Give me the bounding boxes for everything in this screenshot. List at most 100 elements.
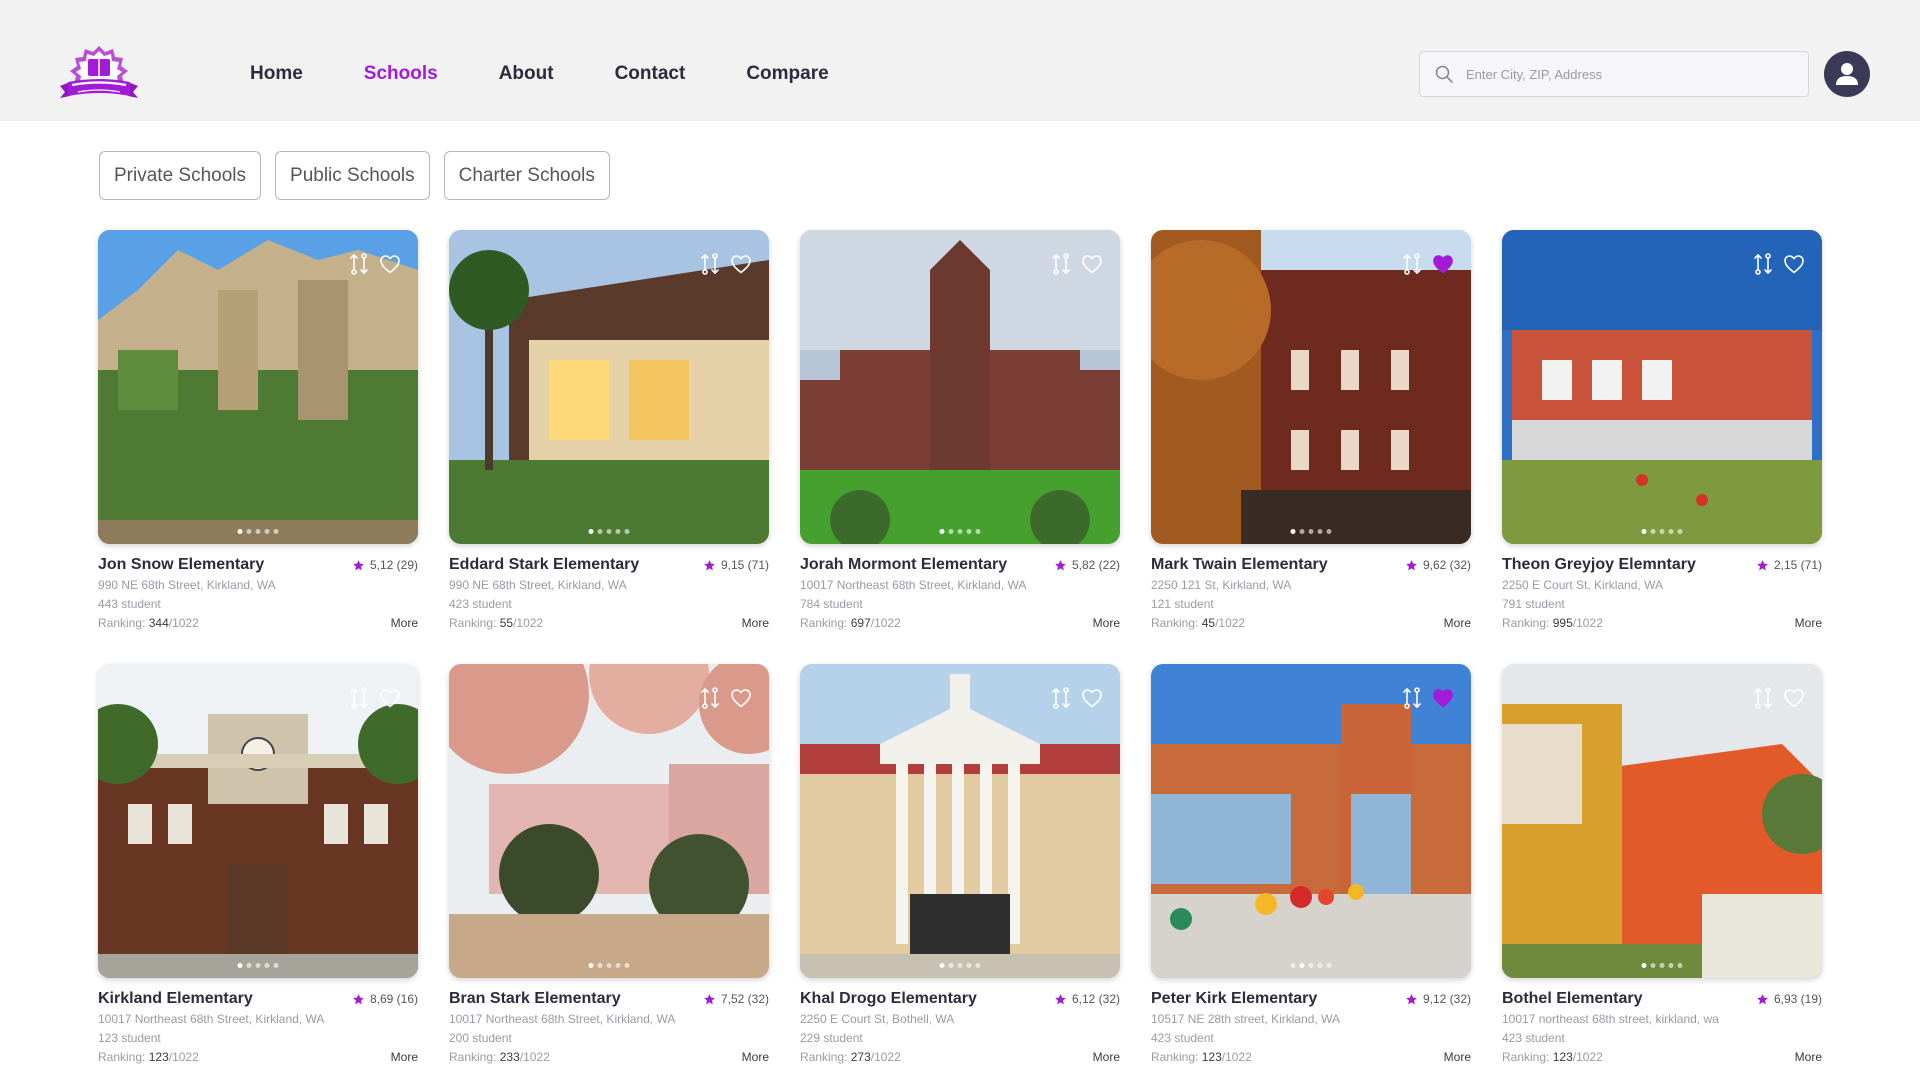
more-link[interactable]: More	[1795, 614, 1822, 633]
carousel-dot[interactable]	[597, 963, 603, 968]
carousel-dot[interactable]	[1308, 529, 1314, 534]
carousel-dot[interactable]	[948, 529, 954, 534]
school-name[interactable]: Bran Stark Elementary	[449, 990, 621, 1008]
filter-charter-schools[interactable]: Charter Schools	[443, 151, 610, 200]
nav-home[interactable]: Home	[250, 60, 303, 88]
school-photo[interactable]	[449, 664, 769, 978]
heart-icon[interactable]	[729, 252, 753, 276]
compare-icon[interactable]	[1751, 252, 1775, 276]
carousel-dot[interactable]	[948, 963, 954, 968]
school-card[interactable]: Khal Drogo Elementary 6,12 (32) 2250 E Cou…	[800, 664, 1120, 1082]
carousel-dot[interactable]	[1677, 963, 1683, 968]
carousel-dot[interactable]	[1641, 963, 1647, 968]
school-card[interactable]: Theon Greyjoy Elemntary 2,15 (71) 2250 E C…	[1502, 230, 1822, 664]
compare-icon[interactable]	[347, 252, 371, 276]
carousel-dot[interactable]	[606, 529, 612, 534]
heart-icon[interactable]	[1080, 686, 1104, 710]
carousel-dot[interactable]	[624, 963, 630, 968]
filter-public-schools[interactable]: Public Schools	[275, 151, 430, 200]
compare-icon[interactable]	[1400, 252, 1424, 276]
more-link[interactable]: More	[1795, 1048, 1822, 1067]
carousel-dot[interactable]	[957, 963, 963, 968]
carousel-dot[interactable]	[966, 963, 972, 968]
carousel-dot[interactable]	[255, 529, 261, 534]
school-photo[interactable]	[1151, 664, 1471, 978]
carousel-dot[interactable]	[1299, 963, 1305, 968]
school-name[interactable]: Jorah Mormont Elementary	[800, 556, 1007, 574]
carousel-dot[interactable]	[264, 529, 270, 534]
heart-icon[interactable]	[729, 686, 753, 710]
compare-icon[interactable]	[1049, 252, 1073, 276]
nav-about[interactable]: About	[499, 60, 554, 88]
more-link[interactable]: More	[391, 1048, 418, 1067]
carousel-dot[interactable]	[624, 529, 630, 534]
school-card[interactable]: Mark Twain Elementary 9,62 (32) 2250 121 S…	[1151, 230, 1471, 664]
school-photo[interactable]	[800, 230, 1120, 544]
school-name[interactable]: Jon Snow Elementary	[98, 556, 264, 574]
carousel-dot[interactable]	[1659, 963, 1665, 968]
heart-filled-icon[interactable]	[1431, 686, 1455, 710]
carousel-dot[interactable]	[1677, 529, 1683, 534]
carousel-dot[interactable]	[1326, 529, 1332, 534]
carousel-dot[interactable]	[246, 963, 252, 968]
school-photo[interactable]	[449, 230, 769, 544]
carousel-dot[interactable]	[975, 963, 981, 968]
school-card[interactable]: Kirkland Elementary 8,69 (16) 10017 Northe…	[98, 664, 418, 1082]
school-card[interactable]: Eddard Stark Elementary 9,15 (71) 990 NE 6…	[449, 230, 769, 664]
school-photo[interactable]	[98, 230, 418, 544]
carousel-dot[interactable]	[588, 963, 594, 968]
school-photo[interactable]	[98, 664, 418, 978]
carousel-dot[interactable]	[1317, 529, 1323, 534]
more-link[interactable]: More	[1444, 1048, 1471, 1067]
school-card[interactable]: Jorah Mormont Elementary 5,82 (22) 10017 N…	[800, 230, 1120, 664]
heart-icon[interactable]	[1080, 252, 1104, 276]
school-name[interactable]: Mark Twain Elementary	[1151, 556, 1328, 574]
school-card[interactable]: Jon Snow Elementary 5,12 (29) 990 NE 68th …	[98, 230, 418, 664]
carousel-dot[interactable]	[615, 963, 621, 968]
more-link[interactable]: More	[1093, 614, 1120, 633]
school-name[interactable]: Theon Greyjoy Elemntary	[1502, 556, 1696, 574]
compare-icon[interactable]	[347, 686, 371, 710]
carousel-dot[interactable]	[237, 529, 243, 534]
nav-schools[interactable]: Schools	[364, 60, 438, 88]
carousel-dot[interactable]	[1326, 963, 1332, 968]
carousel-dot[interactable]	[1308, 963, 1314, 968]
school-name[interactable]: Eddard Stark Elementary	[449, 556, 639, 574]
carousel-dot[interactable]	[237, 963, 243, 968]
school-photo[interactable]	[800, 664, 1120, 978]
more-link[interactable]: More	[742, 614, 769, 633]
carousel-dot[interactable]	[273, 529, 279, 534]
carousel-dot[interactable]	[606, 963, 612, 968]
best-primary-logo-icon[interactable]	[56, 42, 142, 106]
carousel-dot[interactable]	[1641, 529, 1647, 534]
school-photo[interactable]	[1151, 230, 1471, 544]
carousel-dot[interactable]	[1290, 963, 1296, 968]
school-name[interactable]: Peter Kirk Elementary	[1151, 990, 1317, 1008]
carousel-dot[interactable]	[255, 963, 261, 968]
carousel-dot[interactable]	[1650, 529, 1656, 534]
carousel-dot[interactable]	[1299, 529, 1305, 534]
carousel-dot[interactable]	[246, 529, 252, 534]
nav-contact[interactable]: Contact	[615, 60, 686, 88]
school-card[interactable]: Bothel Elementary 6,93 (19) 10017 northeas…	[1502, 664, 1822, 1082]
carousel-dot[interactable]	[1659, 529, 1665, 534]
school-card[interactable]: Peter Kirk Elementary 9,12 (32) 10517 NE 2…	[1151, 664, 1471, 1082]
carousel-dot[interactable]	[957, 529, 963, 534]
carousel-dot[interactable]	[273, 963, 279, 968]
more-link[interactable]: More	[742, 1048, 769, 1067]
carousel-dot[interactable]	[597, 529, 603, 534]
compare-icon[interactable]	[1400, 686, 1424, 710]
compare-icon[interactable]	[1049, 686, 1073, 710]
carousel-dot[interactable]	[1650, 963, 1656, 968]
user-avatar[interactable]	[1824, 51, 1870, 97]
compare-icon[interactable]	[1751, 686, 1775, 710]
carousel-dot[interactable]	[939, 529, 945, 534]
filter-private-schools[interactable]: Private Schools	[99, 151, 262, 200]
carousel-dot[interactable]	[264, 963, 270, 968]
carousel-dot[interactable]	[939, 963, 945, 968]
carousel-dot[interactable]	[1668, 529, 1674, 534]
nav-compare[interactable]: Compare	[746, 60, 828, 88]
school-name[interactable]: Bothel Elementary	[1502, 990, 1642, 1008]
compare-icon[interactable]	[698, 252, 722, 276]
more-link[interactable]: More	[1444, 614, 1471, 633]
